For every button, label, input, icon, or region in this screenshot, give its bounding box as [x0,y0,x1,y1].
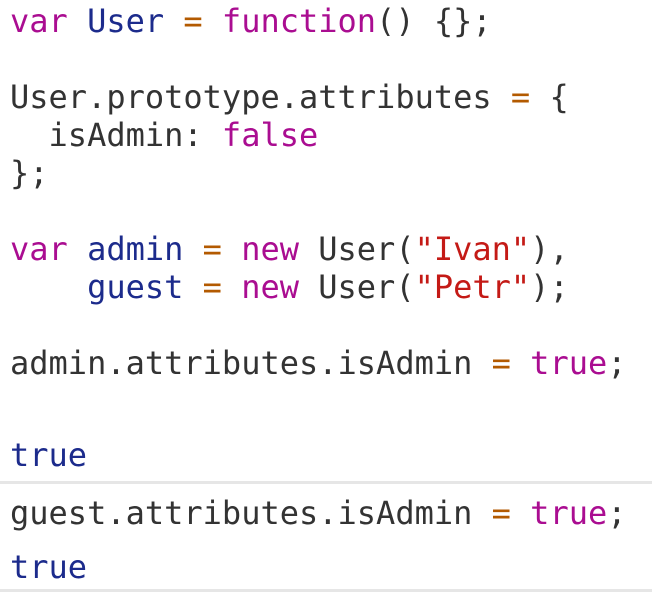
console-input-1[interactable]: var User = function() {}; User.prototype.… [10,2,627,382]
code-token: new [241,268,299,306]
code-token: = [491,344,511,382]
code-token: = [202,230,222,268]
code-token: true [530,344,608,382]
code-token: ; [607,494,627,532]
code-token: = [510,78,531,116]
code-token: new [241,230,299,268]
code-token: User( [298,230,415,268]
code-token: "Ivan" [414,230,531,268]
code-token: admin.attributes.isAdmin [10,344,492,382]
code-token: true [530,494,608,532]
code-token: "Petr" [414,268,531,306]
code-token: guest [87,268,184,306]
code-line: admin.attributes.isAdmin = true; [10,344,627,382]
code-token: }; [10,154,49,192]
code-token: ), [530,230,569,268]
code-token: ); [530,268,569,306]
code-line: var admin = new User("Ivan"), [10,230,627,268]
code-token: = [202,268,222,306]
code-line: var User = function() {}; [10,2,627,40]
code-token: = [183,2,203,40]
console-output: var User = function() {}; User.prototype.… [0,0,652,592]
code-line: }; [10,154,627,192]
code-token: isAdmin: [10,116,222,154]
code-line: isAdmin: false [10,116,627,154]
code-token: ; [607,344,627,382]
code-token: false [221,116,319,154]
code-token: var [10,2,68,40]
code-token: var [10,230,68,268]
code-token: guest.attributes.isAdmin [10,494,492,532]
code-token: = [491,494,511,532]
code-token: User [87,2,165,40]
console-result-1: true [10,436,88,474]
code-line: User.prototype.attributes = { [10,78,627,116]
console-input-2[interactable]: guest.attributes.isAdmin = true; [10,494,627,532]
code-line: guest.attributes.isAdmin = true; [10,494,627,532]
code-token: () {}; [376,2,492,40]
console-result-2: true [10,548,88,586]
code-token: { [530,78,569,116]
code-token: function [221,2,377,40]
code-token: User.prototype.attributes [10,78,511,116]
code-token: admin [87,230,184,268]
code-line: guest = new User("Petr"); [10,268,627,306]
entry-divider [0,481,652,484]
code-token: User( [298,268,415,306]
